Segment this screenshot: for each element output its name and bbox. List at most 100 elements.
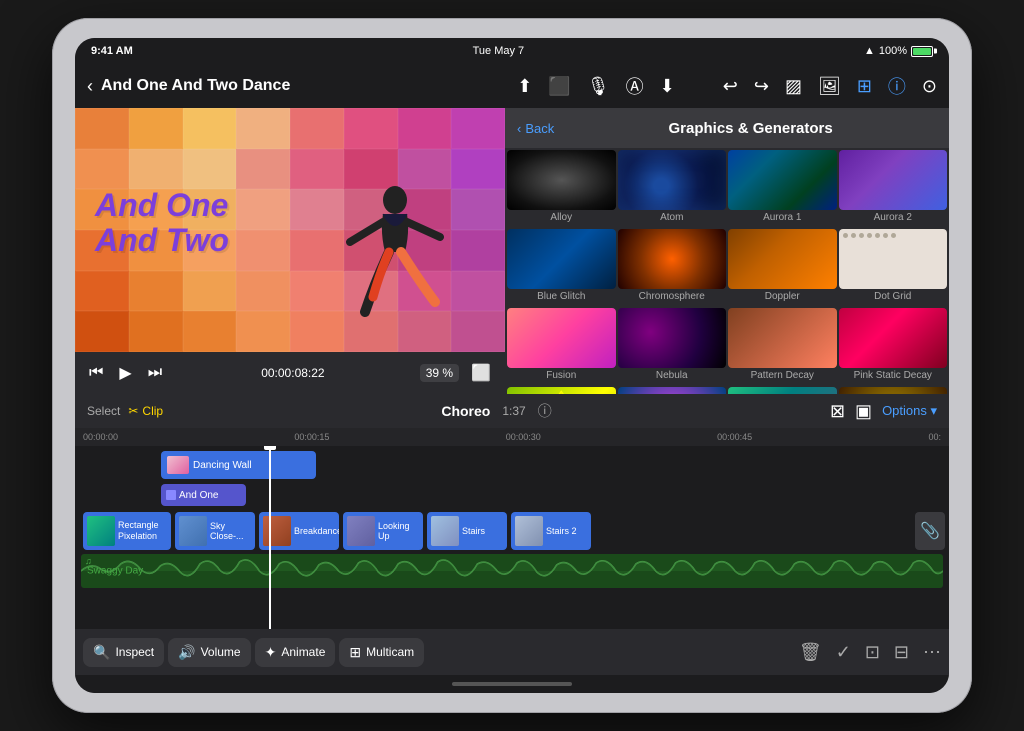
clip-stairs-label: Stairs [462, 526, 485, 536]
info-icon[interactable]: ⓘ [888, 73, 906, 99]
blue-glitch-thumbnail [507, 229, 616, 289]
timeline-area: Select ✂ Clip Choreo 1:37 ⓘ ⊠ ▣ Options … [75, 394, 949, 629]
generators-grid: Alloy Atom Aurora 1 Aurora 2 [505, 148, 949, 394]
back-button[interactable]: ‹ [87, 76, 93, 97]
clip-dancing-wall-label: Dancing Wall [193, 460, 252, 471]
checkmark-button[interactable]: ✓ [836, 642, 851, 663]
clip-attachment-indicator[interactable]: 📎 [915, 512, 945, 550]
ruler-marks: 00:00:00 00:00:15 00:00:30 00:00:45 00: [83, 432, 941, 442]
play-button[interactable]: ▶ [115, 361, 135, 385]
clip-sky-close[interactable]: Sky Close-... [175, 512, 255, 550]
chevron-left-icon: ‹ [517, 121, 521, 136]
volume-icon: 🔊 [178, 644, 195, 661]
dancing-wall-thumb [167, 456, 189, 474]
inspect-icon: 🔍 [93, 644, 110, 661]
ipad-device: 9:41 AM Tue May 7 ▲ 100% ‹ And One And T… [52, 18, 972, 713]
generator-doppler[interactable]: Doppler [728, 229, 837, 306]
skip-back-button[interactable]: ⏮ [85, 362, 107, 384]
rect-pixelation-thumbnail [728, 387, 837, 394]
alloy-thumbnail [507, 150, 616, 210]
clip-breakdance[interactable]: Breakdance [259, 512, 339, 550]
video-controls: ⏮ ▶ ⏭ 00:00:08:22 39 % ⬜ [75, 352, 505, 394]
generator-alloy[interactable]: Alloy [507, 150, 616, 227]
clip-sky-close-label: Sky Close-... [210, 521, 251, 541]
audio-view-icon[interactable]: ▣ [855, 401, 872, 422]
timeline-actions: ⊠ ▣ Options ▾ [830, 401, 937, 422]
photo-icon[interactable]: 🖼 [818, 76, 841, 97]
aurora1-thumbnail [728, 150, 837, 210]
dancer-figure [345, 182, 445, 342]
undo-icon[interactable]: ↩ [723, 76, 738, 97]
info-circle-icon[interactable]: ⓘ [538, 401, 552, 421]
and-one-icon [166, 490, 176, 500]
generator-blue-glitch[interactable]: Blue Glitch [507, 229, 616, 306]
options-button[interactable]: Options ▾ [882, 403, 937, 419]
home-bar [452, 682, 572, 686]
aurora2-label: Aurora 2 [839, 210, 948, 227]
status-bar: 9:41 AM Tue May 7 ▲ 100% [75, 38, 949, 64]
clip-rect-pixelation-label: Rectangle Pixelation [118, 520, 167, 542]
delete-button[interactable]: 🗑 [799, 642, 822, 663]
clip-stairs[interactable]: Stairs [427, 512, 507, 550]
generator-nebula[interactable]: Nebula [618, 308, 727, 385]
fullscreen-button[interactable]: ⬜ [467, 361, 495, 385]
text-icon[interactable]: Ⓐ [626, 73, 644, 99]
generator-ripple[interactable]: Ripple [839, 387, 948, 394]
generator-radiance[interactable]: Radiance [618, 387, 727, 394]
redo-icon[interactable]: ↪ [754, 76, 769, 97]
more-icon[interactable]: ⊙ [922, 76, 937, 97]
share-icon[interactable]: ⬆ [517, 76, 532, 97]
skip-forward-button[interactable]: ⏭ [144, 362, 166, 384]
subtitle-clips-row: And One [79, 482, 945, 510]
clip-and-one-label: And One [179, 490, 218, 501]
attachment-icon: 📎 [920, 521, 940, 541]
generator-atom[interactable]: Atom [618, 150, 727, 227]
choreo-title: Choreo [441, 403, 490, 419]
bottom-toolbar: 🔍 Inspect 🔊 Volume ✦ Animate ⊞ Multicam … [75, 629, 949, 675]
generator-pink-static[interactable]: Pink Static Decay [839, 308, 948, 385]
generator-rect-pixelation[interactable]: Rectangle Pixelation [728, 387, 837, 394]
atom-thumbnail [618, 150, 727, 210]
mic-icon[interactable]: 🎙 [587, 76, 610, 97]
panel-back-button[interactable]: ‹ Back [517, 121, 554, 136]
generator-dot-grid[interactable]: Dot Grid [839, 229, 948, 306]
battery-icon [911, 46, 933, 57]
animate-button[interactable]: ✦ Animate [255, 638, 336, 667]
prism-thumbnail [507, 387, 616, 394]
pattern-decay-thumbnail [728, 308, 837, 368]
video-preview: And One And Two [75, 108, 505, 352]
clip-stairs2[interactable]: Stairs 2 [511, 512, 591, 550]
multicam-button[interactable]: ⊞ Multicam [339, 638, 424, 667]
generator-aurora1[interactable]: Aurora 1 [728, 150, 837, 227]
volume-button[interactable]: 🔊 Volume [168, 638, 250, 667]
stairs-thumb [431, 516, 459, 546]
split-button[interactable]: ⊟ [894, 642, 909, 663]
import-icon[interactable]: ⬇ [660, 76, 675, 97]
generator-prism[interactable]: Prism [507, 387, 616, 394]
clip-rect-pixelation[interactable]: Rectangle Pixelation [83, 512, 171, 550]
dot-grid-label: Dot Grid [839, 289, 948, 306]
crop-button[interactable]: ⊡ [865, 642, 880, 663]
generators-icon[interactable]: ⊞ [857, 76, 872, 97]
generator-fusion[interactable]: Fusion [507, 308, 616, 385]
clip-and-one[interactable]: And One [161, 484, 246, 506]
clip-dancing-wall[interactable]: Dancing Wall [161, 451, 316, 479]
tracks-container: Dancing Wall And One Rectangle Pixelati [75, 446, 949, 629]
multicam-icon: ⊞ [349, 644, 361, 661]
breakdance-thumb [263, 516, 291, 546]
audio-detach-icon[interactable]: ⊠ [830, 401, 845, 422]
animate-icon: ✦ [265, 644, 277, 661]
generator-chromosphere[interactable]: Chromosphere [618, 229, 727, 306]
inspect-button[interactable]: 🔍 Inspect [83, 638, 164, 667]
camera-icon[interactable]: ⬛ [548, 76, 570, 97]
generator-aurora2[interactable]: Aurora 2 [839, 150, 948, 227]
photos-icon[interactable]: ▨ [785, 76, 802, 97]
clip-looking-up[interactable]: Looking Up [343, 512, 423, 550]
chromosphere-thumbnail [618, 229, 727, 289]
choreo-duration: 1:37 [502, 404, 525, 418]
generator-pattern-decay[interactable]: Pattern Decay [728, 308, 837, 385]
stairs2-thumb [515, 516, 543, 546]
more-button[interactable]: ⋯ [923, 642, 941, 663]
toolbar-right-actions: 🗑 ✓ ⊡ ⊟ ⋯ [799, 642, 941, 663]
audio-track[interactable]: Swaggy Day ♫ [81, 554, 943, 588]
